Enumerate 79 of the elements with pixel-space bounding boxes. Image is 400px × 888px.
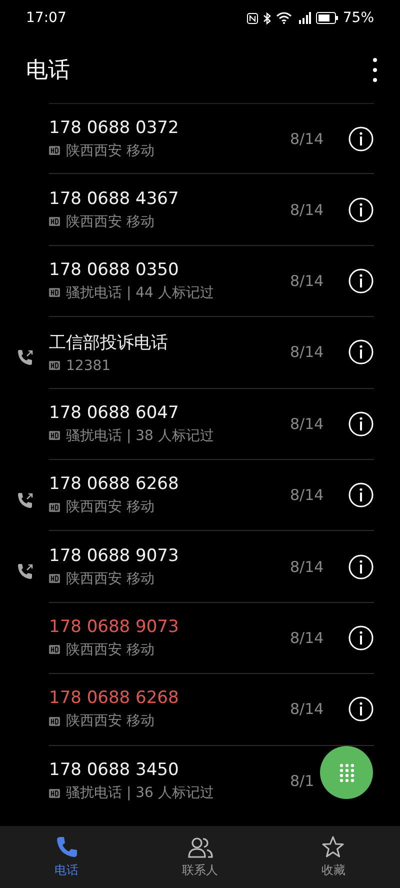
page-title: 电话: [26, 56, 70, 84]
info-button[interactable]: [348, 554, 374, 580]
call-log-item[interactable]: 178 0688 9073 陕西西安 移动 8/14: [14, 531, 374, 603]
call-log-item[interactable]: 178 0688 0372 陕西西安 移动 8/14: [14, 103, 374, 174]
nav-tab[interactable]: 联系人: [133, 826, 267, 888]
star-icon: [321, 835, 346, 859]
status-time: 17:07: [26, 10, 66, 26]
caller-detail: 骚扰电话 | 36 人标记过: [66, 784, 214, 802]
call-date: 8/14: [290, 272, 325, 290]
nav-tab[interactable]: 电话: [0, 826, 134, 888]
call-date: 8/14: [290, 200, 325, 219]
phone-icon: [54, 835, 79, 859]
caller-detail: 骚扰电话 | 38 人标记过: [66, 426, 214, 445]
caller-detail: 陕西西安 移动: [66, 498, 154, 516]
wifi-icon: [276, 12, 292, 24]
call-log-item[interactable]: 178 0688 6268 陕西西安 移动 8/14: [14, 674, 374, 746]
caller-name: 178 0688 4367: [49, 188, 180, 209]
dialpad-button[interactable]: [320, 746, 373, 799]
caller-detail: 陕西西安 移动: [66, 212, 154, 231]
info-button[interactable]: [348, 339, 374, 366]
hd-icon: [49, 788, 60, 798]
dialpad-icon: [338, 762, 354, 782]
contacts-icon: [186, 835, 213, 859]
call-date: 8/14: [290, 130, 325, 148]
call-date: 8/14: [290, 558, 325, 576]
signal-icon: [296, 12, 311, 24]
call-log-item[interactable]: 178 0688 6268 陕西西安 移动 8/14: [14, 460, 374, 532]
caller-name: 178 0688 9073: [49, 546, 180, 566]
hd-icon: [49, 502, 60, 512]
caller-name: 178 0688 0372: [49, 118, 180, 138]
call-log-item[interactable]: 178 0688 9073 陕西西安 移动 8/14: [14, 602, 374, 674]
outgoing-call-icon: [17, 349, 34, 366]
caller-detail: 12381: [66, 358, 111, 374]
call-log-item[interactable]: 178 0688 6047 骚扰电话 | 38 人标记过 8/14: [14, 388, 374, 460]
hd-icon: [49, 431, 60, 440]
hd-icon: [49, 574, 60, 584]
info-button[interactable]: [348, 482, 374, 508]
hd-icon: [49, 645, 60, 654]
outgoing-call-icon: [17, 492, 34, 509]
hd-icon: [49, 288, 60, 298]
info-button[interactable]: [348, 196, 374, 223]
bluetooth-icon: [262, 12, 271, 24]
nfc-icon: [246, 12, 258, 24]
caller-name: 178 0688 9073: [49, 616, 180, 637]
call-date: 8/14: [290, 700, 325, 718]
caller-name: 178 0688 3450: [49, 760, 180, 780]
battery-level: 75%: [342, 10, 374, 26]
call-date: 8/14: [290, 486, 325, 504]
info-button[interactable]: [348, 410, 374, 437]
info-button[interactable]: [348, 696, 374, 722]
caller-name: 178 0688 0350: [49, 260, 180, 280]
hd-icon: [49, 716, 60, 726]
caller-detail: 骚扰电话 | 44 人标记过: [66, 284, 214, 302]
call-date: 8/14: [290, 628, 325, 647]
call-date: 8/14: [290, 343, 325, 362]
call-date: 8/1: [290, 772, 316, 790]
call-log-item[interactable]: 178 0688 0350 骚扰电话 | 44 人标记过 8/14: [14, 246, 374, 318]
caller-name: 178 0688 6268: [49, 688, 180, 708]
caller-name: 178 0688 6047: [49, 402, 180, 423]
caller-detail: 陕西西安 移动: [66, 142, 154, 160]
more-options-icon[interactable]: [372, 56, 378, 82]
caller-name: 178 0688 6268: [49, 474, 180, 494]
caller-name: 工信部投诉电话: [49, 332, 169, 354]
info-button[interactable]: [348, 268, 374, 294]
hd-icon: [49, 361, 60, 370]
caller-detail: 陕西西安 移动: [66, 712, 154, 730]
info-button[interactable]: [348, 126, 374, 152]
caller-detail: 陕西西安 移动: [66, 570, 154, 588]
call-log-item[interactable]: 178 0688 4367 陕西西安 移动 8/14: [14, 174, 374, 246]
call-log-item[interactable]: 178 0688 3450 骚扰电话 | 36 人标记过 8/1: [14, 746, 374, 817]
hd-icon: [49, 217, 60, 226]
hd-icon: [49, 146, 60, 156]
caller-detail: 陕西西安 移动: [66, 640, 154, 659]
call-date: 8/14: [290, 414, 325, 433]
battery-icon: [316, 12, 338, 24]
outgoing-call-icon: [17, 563, 34, 580]
info-button[interactable]: [348, 624, 374, 651]
nav-tab[interactable]: 收藏: [266, 826, 400, 888]
call-log-item[interactable]: 工信部投诉电话 12381 8/14: [14, 317, 374, 389]
